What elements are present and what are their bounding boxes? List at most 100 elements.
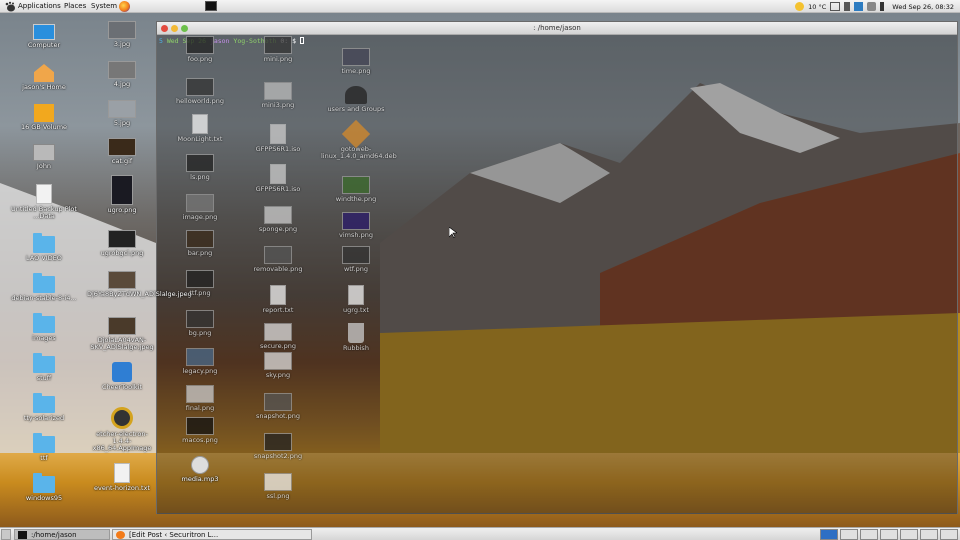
workspace-2[interactable]: [840, 529, 858, 540]
icon-label: 3.jpg: [113, 40, 131, 48]
image-file-icon[interactable]: 4.jpg: [87, 61, 157, 88]
icon-label: ugrobgcl.png: [100, 249, 144, 257]
image-file-icon[interactable]: snapshot.png: [243, 393, 313, 420]
text-file-icon[interactable]: MoonLight.txt: [165, 114, 235, 143]
home-folder-icon[interactable]: jason's Home: [9, 64, 79, 91]
mouse-pointer-icon: [449, 227, 457, 238]
image-file-icon[interactable]: final.png: [165, 385, 235, 412]
system-tray: 10 °C Wed Sep 26, 08:32: [795, 0, 960, 13]
icon-label: cat.gif: [111, 157, 133, 165]
image-file-icon[interactable]: windthe.png: [321, 176, 391, 203]
users-groups-icon[interactable]: users and Groups: [321, 86, 391, 113]
image-file-icon[interactable]: image.png: [165, 194, 235, 221]
folder-icon[interactable]: windows95: [9, 473, 79, 502]
folder-icon[interactable]: tty-solarized: [9, 393, 79, 422]
deb-package-icon[interactable]: gotoweb-linux_1.4.0_amd64.deb: [321, 119, 397, 160]
clock[interactable]: Wed Sep 26, 08:32: [892, 3, 954, 11]
toolkit-app-icon[interactable]: CheerToolkit: [87, 362, 157, 391]
image-file-icon[interactable]: ugrobgcl.png: [87, 230, 157, 257]
applications-menu[interactable]: Applications: [18, 1, 61, 12]
image-file-icon[interactable]: foo.png: [165, 36, 235, 63]
image-file-icon[interactable]: mini3.png: [243, 82, 313, 109]
workspace-5[interactable]: [900, 529, 918, 540]
image-file-icon[interactable]: sky.png: [243, 352, 313, 379]
places-menu[interactable]: Places: [64, 1, 86, 12]
icon-label: helloworld.png: [175, 97, 225, 105]
image-file-icon[interactable]: wtf.png: [321, 246, 391, 273]
terminal-launcher-icon[interactable]: [205, 1, 217, 11]
computer-icon[interactable]: Computer: [9, 24, 79, 49]
icon-label: 16 GB Volume: [20, 123, 68, 131]
image-file-icon[interactable]: legacy.png: [165, 348, 235, 375]
terminal-titlebar[interactable]: : /home/jason: [157, 22, 957, 35]
system-menu[interactable]: System: [91, 1, 117, 12]
image-file-icon[interactable]: secure.png: [243, 323, 313, 350]
image-file-icon[interactable]: bar.png: [165, 230, 235, 257]
folder-icon[interactable]: LAO VIDEO: [9, 233, 79, 262]
workspace-6[interactable]: [920, 529, 938, 540]
icon-label: final.png: [185, 404, 215, 412]
image-file-icon[interactable]: macos.png: [165, 417, 235, 444]
text-file-icon[interactable]: event-horizon.txt: [87, 463, 157, 492]
weather-temperature[interactable]: 10 °C: [808, 3, 826, 11]
folder-icon[interactable]: images: [9, 313, 79, 342]
text-file-icon[interactable]: report.txt: [243, 285, 313, 314]
image-file-icon[interactable]: bg.png: [165, 310, 235, 337]
top-panel: Applications Places System 10 °C Wed Sep…: [0, 0, 960, 13]
image-file-icon[interactable]: ugro.png: [87, 175, 157, 214]
disc-image-icon[interactable]: GFPPS6R1.iso: [243, 164, 313, 193]
folder-icon[interactable]: ttf: [9, 433, 79, 462]
workspace-3[interactable]: [860, 529, 878, 540]
volume-drive-icon[interactable]: 16 GB Volume: [9, 104, 79, 131]
show-desktop-button[interactable]: [1, 529, 11, 540]
image-file-icon[interactable]: ttf.png: [165, 270, 235, 297]
image-file-icon[interactable]: mini.png: [243, 36, 313, 63]
icon-label: bg.png: [188, 329, 212, 337]
image-file-icon[interactable]: DjolaLA04vAN-SKV_ADlSlalge.jpeg: [87, 317, 157, 351]
image-file-icon[interactable]: vimsh.png: [321, 212, 391, 239]
image-file-icon[interactable]: Dj6Ya8ByZTdWN_ADlSlalge.jpeg: [87, 271, 192, 298]
icon-label: gotoweb-linux_1.4.0_amd64.deb: [321, 145, 397, 160]
image-file-icon[interactable]: sponge.png: [243, 206, 313, 233]
image-file-icon[interactable]: time.png: [321, 48, 391, 75]
monitor-icon[interactable]: [830, 2, 841, 11]
trash-applet[interactable]: [940, 529, 958, 540]
usb-icon[interactable]: [867, 2, 877, 11]
icon-label: 5.jpg: [113, 119, 131, 127]
image-file-icon[interactable]: snapshot2.png: [243, 433, 313, 460]
folder-icon[interactable]: stuff: [9, 353, 79, 382]
image-file-icon[interactable]: ls.png: [165, 154, 235, 181]
drive-john-icon[interactable]: John: [9, 144, 79, 170]
battery-icon[interactable]: [844, 2, 851, 11]
volume-icon[interactable]: [880, 2, 888, 11]
icon-label: images: [32, 334, 56, 342]
firefox-launcher-icon[interactable]: [119, 1, 130, 12]
icon-label: legacy.png: [182, 367, 218, 375]
taskbar-item-firefox[interactable]: [Edit Post ‹ Securitron L...: [112, 529, 312, 540]
audio-file-icon[interactable]: media.mp3: [165, 456, 235, 483]
image-file-icon[interactable]: helloworld.png: [165, 78, 235, 105]
image-file-icon[interactable]: removable.png: [243, 246, 313, 273]
folder-icon[interactable]: debian-stable-8-i4...: [9, 273, 79, 302]
icon-label: users and Groups: [327, 105, 385, 113]
icon-label: snapshot2.png: [253, 452, 303, 460]
text-file-icon[interactable]: ugrg.txt: [321, 285, 391, 314]
icon-label: removable.png: [253, 265, 303, 273]
taskbar-item-terminal[interactable]: :/home/jason: [14, 529, 110, 540]
network-icon[interactable]: [854, 2, 864, 11]
icon-label: ls.png: [190, 173, 210, 181]
image-file-icon[interactable]: 5.jpg: [87, 100, 157, 127]
trash-icon[interactable]: Rubbish: [321, 323, 391, 352]
weather-sun-icon[interactable]: [795, 2, 805, 11]
image-file-icon[interactable]: ssl.png: [243, 473, 313, 500]
image-file-icon[interactable]: 3.jpg: [87, 21, 157, 48]
text-file-icon[interactable]: Untitled Backup Plot ...Data: [9, 184, 79, 220]
gif-file-icon[interactable]: cat.gif: [87, 138, 157, 165]
disc-image-icon[interactable]: GFPPS6R1.iso: [243, 124, 313, 153]
gnome-foot-icon[interactable]: [4, 1, 16, 12]
appimage-file-icon[interactable]: etcher-electron-1.4.4-x86_64.AppImage: [87, 407, 157, 452]
icon-label: Computer: [27, 41, 61, 49]
workspace-4[interactable]: [880, 529, 898, 540]
icon-label: ttf: [40, 454, 48, 462]
workspace-1[interactable]: [820, 529, 838, 540]
